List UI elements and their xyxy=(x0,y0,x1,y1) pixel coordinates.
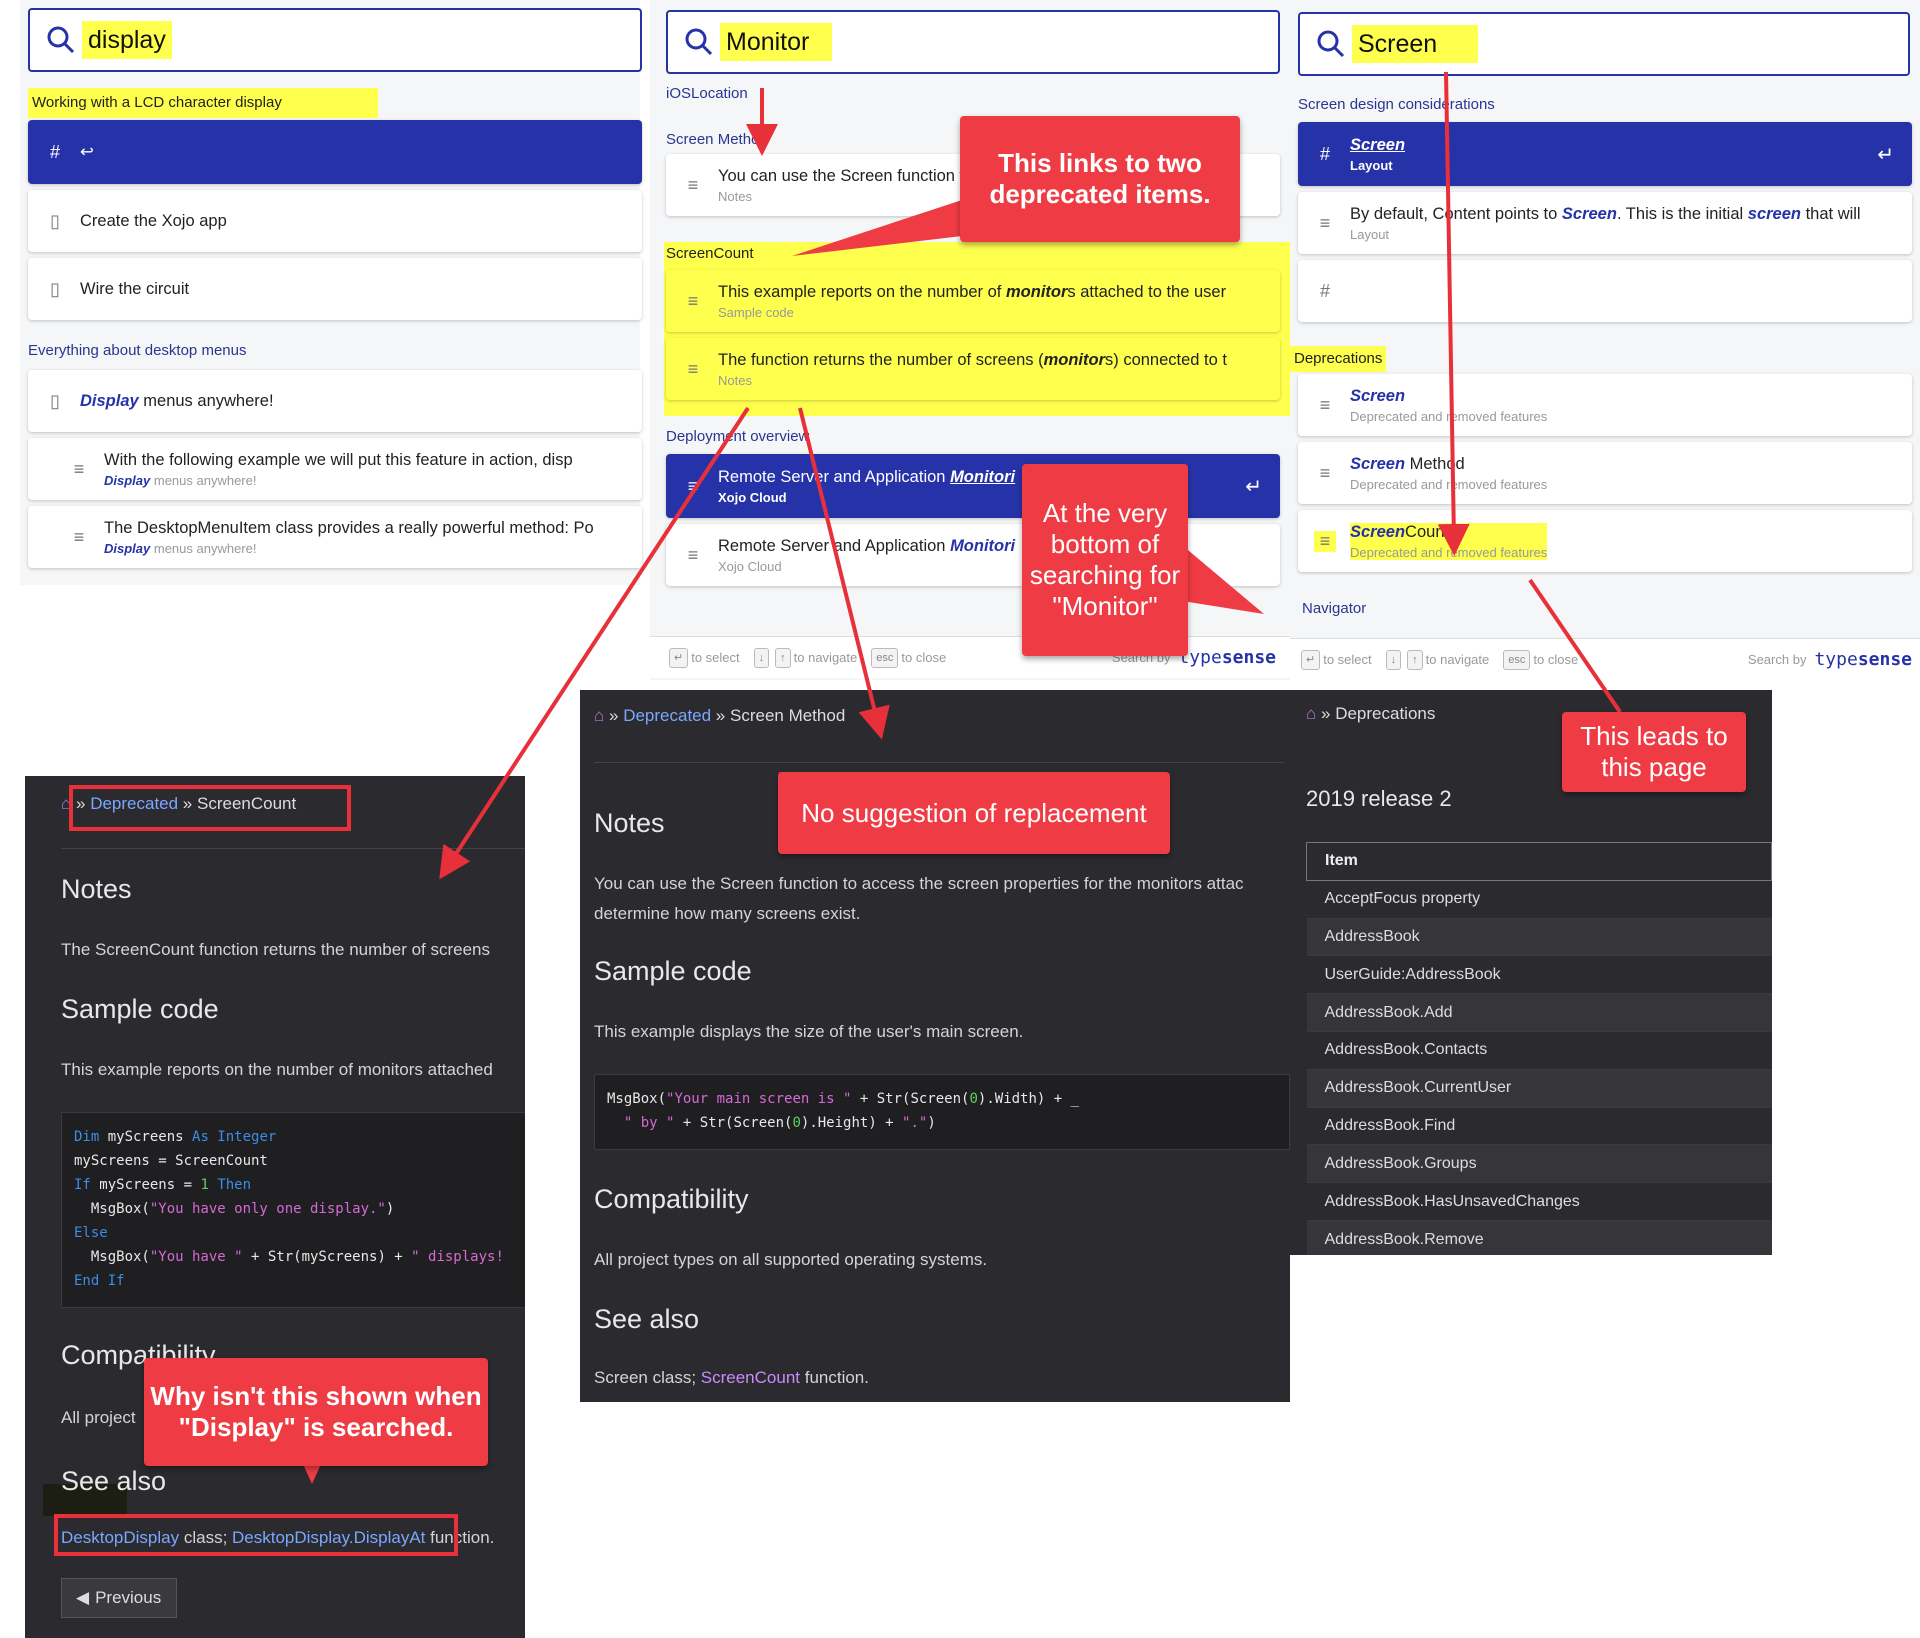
callout-two-deprecated: This links to two deprecated items. xyxy=(960,116,1240,242)
arrow-leads-to-page xyxy=(1528,578,1622,714)
callout-why-not-shown: Why isn't this shown when "Display" is s… xyxy=(144,1358,488,1466)
arrow-notes-to-screenmethod-doc xyxy=(798,407,890,740)
arrow-screen-to-screencount-dep xyxy=(1437,71,1470,556)
composite-screenshot: Working with a LCD character display # ↩… xyxy=(0,0,1920,1638)
callout-pointer-two-deprecated xyxy=(792,200,962,256)
arrow-count-to-screencount-doc xyxy=(439,406,750,880)
callout-leads-to: This leads to this page xyxy=(1562,712,1746,792)
screencount-breadcrumb-highlight xyxy=(69,785,351,831)
callout-no-suggestion: No suggestion of replacement xyxy=(778,772,1170,854)
see-also-links-highlight xyxy=(54,1514,458,1556)
callout-pointer-very-bottom xyxy=(1176,540,1264,614)
callout-very-bottom: At the very bottom of searching for "Mon… xyxy=(1022,464,1188,656)
